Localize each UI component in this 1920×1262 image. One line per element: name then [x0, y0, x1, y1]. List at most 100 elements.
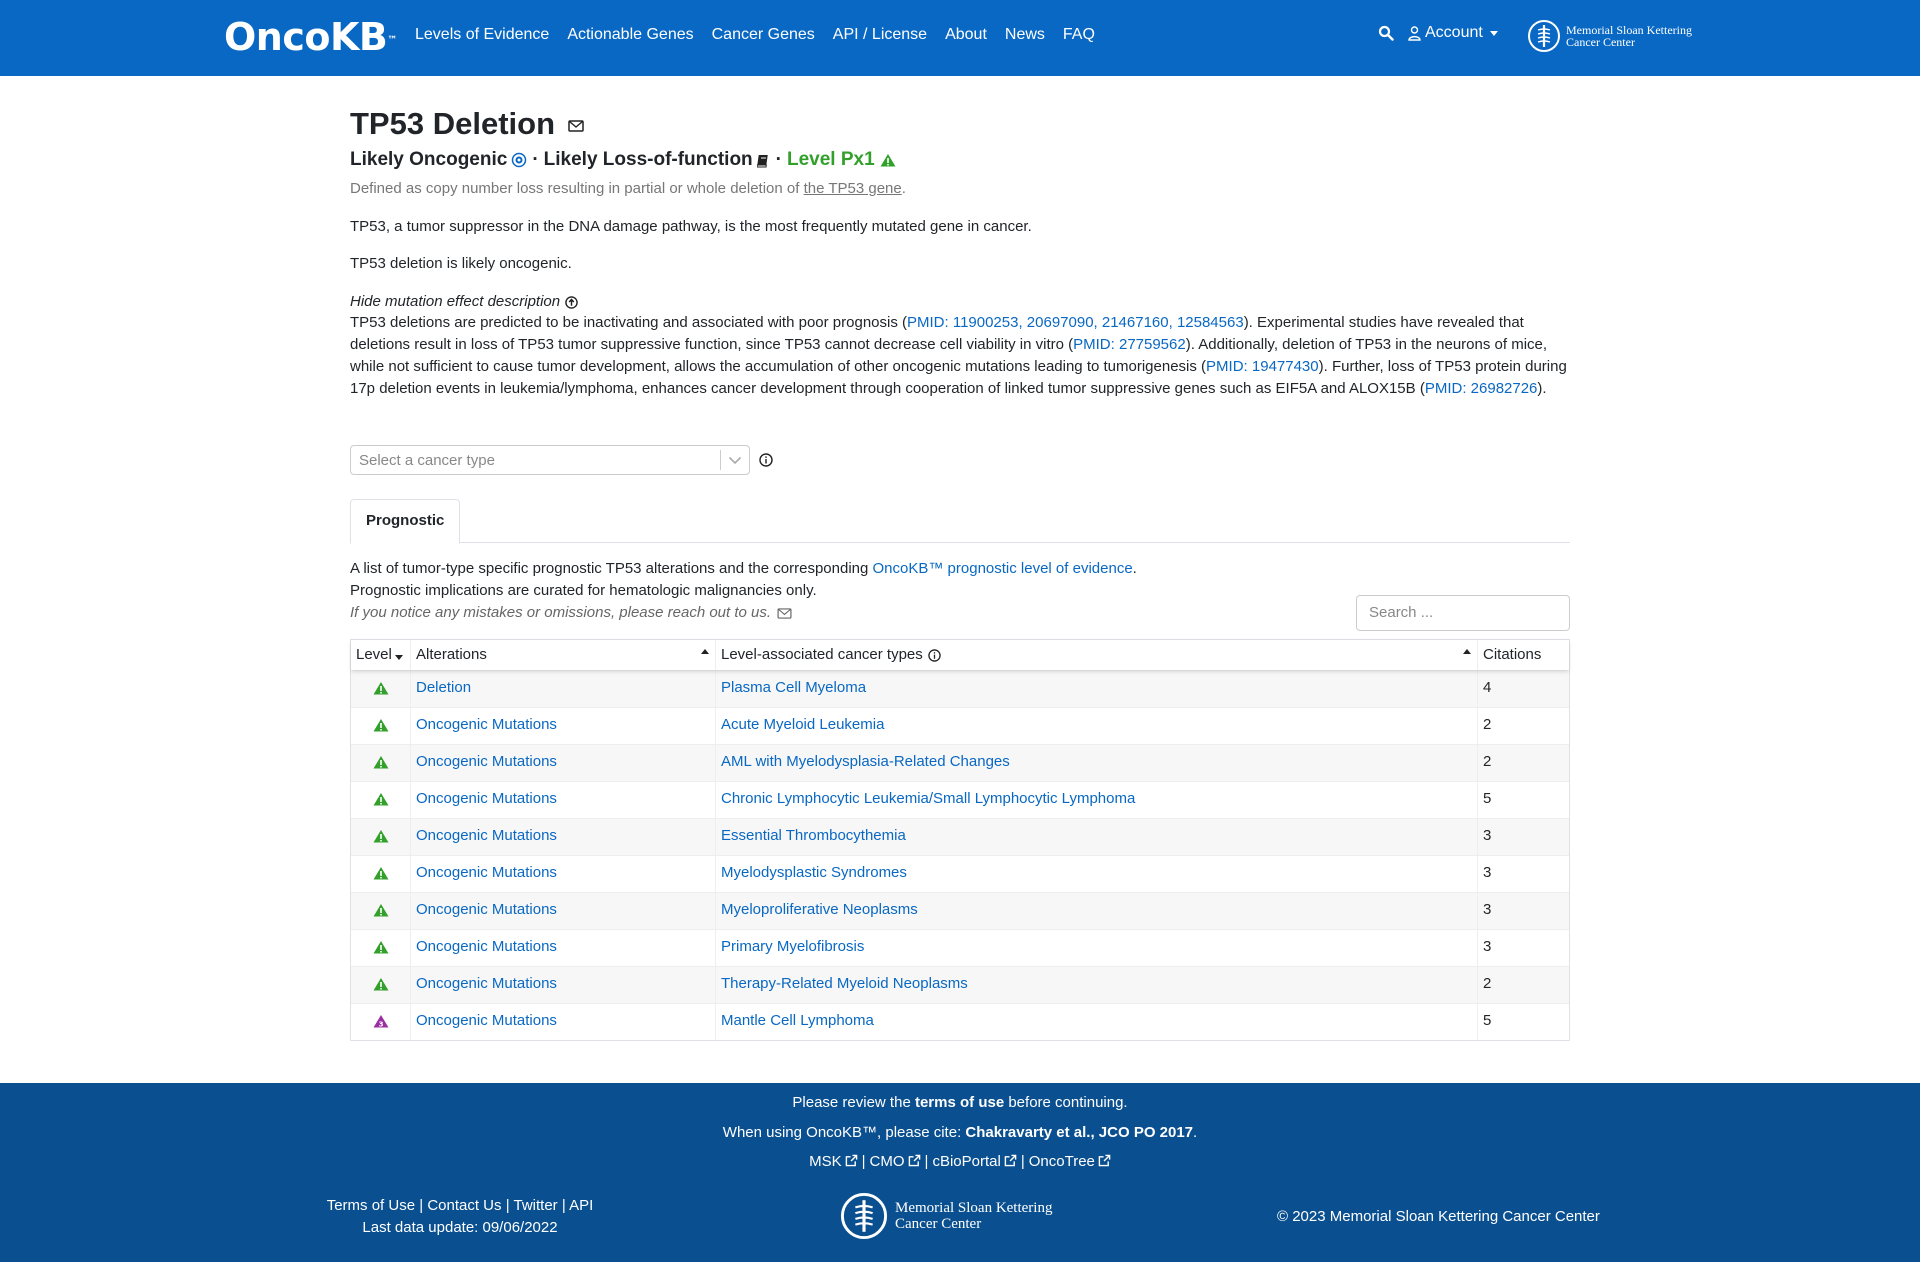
svg-text:3: 3	[378, 1021, 383, 1029]
account-dropdown[interactable]: Account	[1408, 24, 1498, 42]
footer-terms-link[interactable]: Terms of Use	[327, 1197, 415, 1214]
link-separator: |	[505, 1197, 510, 1214]
alteration-cell: Oncogenic Mutations	[411, 930, 716, 966]
level-px3-icon[interactable]: 3	[351, 1004, 411, 1040]
nav-news[interactable]: News	[1005, 24, 1045, 46]
header-cancer-types[interactable]: Level-associated cancer types	[716, 640, 1478, 670]
mail-icon[interactable]	[567, 120, 584, 132]
alteration-link[interactable]: Oncogenic Mutations	[416, 747, 557, 777]
citations-cell[interactable]: 2	[1478, 745, 1569, 781]
alteration-link[interactable]: Deletion	[416, 673, 471, 703]
footer-left: Terms of Use | Contact Us | Twitter | AP…	[300, 1195, 620, 1239]
alteration-link[interactable]: Oncogenic Mutations	[416, 969, 557, 999]
level-px1-icon[interactable]	[351, 708, 411, 744]
citations-cell[interactable]: 2	[1478, 967, 1569, 1003]
cancer-type-link[interactable]: Chronic Lymphocytic Leukemia/Small Lymph…	[721, 784, 1135, 814]
footer-twitter-link[interactable]: Twitter	[514, 1197, 558, 1214]
oncokb-logo[interactable]: OncoKB™	[224, 17, 397, 57]
msk-link[interactable]: MSK	[809, 1152, 858, 1172]
citations-cell[interactable]: 3	[1478, 856, 1569, 892]
pmid-link-4[interactable]: PMID: 26982726	[1425, 380, 1538, 397]
level-px1-icon[interactable]	[351, 967, 411, 1003]
citation-link[interactable]: Chakravarty et al., JCO PO 2017	[965, 1124, 1193, 1141]
tabs-bar: Prognostic	[350, 499, 1570, 544]
cbioportal-link[interactable]: cBioPortal	[932, 1152, 1017, 1172]
cancer-type-cell: Plasma Cell Myeloma	[716, 671, 1478, 707]
level-px1-icon[interactable]	[351, 893, 411, 929]
header-level[interactable]: Level	[351, 640, 411, 670]
nav-faq[interactable]: FAQ	[1063, 24, 1095, 46]
header-citations-label: Citations	[1483, 646, 1542, 663]
msk-line1: Memorial Sloan Kettering	[895, 1200, 1053, 1216]
cancer-type-select[interactable]: Select a cancer type	[350, 445, 750, 475]
nav-about[interactable]: About	[945, 24, 987, 46]
msk-logo-nav[interactable]: Memorial Sloan Kettering Cancer Center	[1528, 18, 1692, 54]
pmid-link-2[interactable]: PMID: 27759562	[1073, 336, 1186, 353]
cancer-type-cell: Acute Myeloid Leukemia	[716, 708, 1478, 744]
alteration-cell: Oncogenic Mutations	[411, 856, 716, 892]
nav-cancer-genes[interactable]: Cancer Genes	[712, 24, 815, 46]
tab-prognostic[interactable]: Prognostic	[350, 499, 461, 544]
level-px1-icon[interactable]	[351, 782, 411, 818]
footer-contact-link[interactable]: Contact Us	[427, 1197, 501, 1214]
cancer-type-link[interactable]: Essential Thrombocythemia	[721, 821, 906, 851]
alteration-link[interactable]: Oncogenic Mutations	[416, 858, 557, 888]
prognostic-level-link[interactable]: OncoKB™ prognostic level of evidence	[873, 560, 1133, 577]
footer-api-link[interactable]: API	[569, 1197, 593, 1214]
level-px1-icon[interactable]	[351, 819, 411, 855]
alteration-link[interactable]: Oncogenic Mutations	[416, 895, 557, 925]
cancer-type-link[interactable]: Acute Myeloid Leukemia	[721, 710, 884, 740]
tp53-gene-link[interactable]: the TP53 gene	[804, 180, 902, 197]
mail-icon[interactable]	[777, 607, 792, 619]
review-text: Please review the	[792, 1094, 915, 1111]
hide-description-toggle[interactable]: Hide mutation effect description	[350, 292, 578, 312]
nav-actionable-genes[interactable]: Actionable Genes	[567, 24, 693, 46]
citations-cell[interactable]: 3	[1478, 930, 1569, 966]
pmid-link-3[interactable]: PMID: 19477430	[1206, 358, 1319, 375]
oncotree-link[interactable]: OncoTree	[1029, 1152, 1111, 1172]
nav-levels-of-evidence[interactable]: Levels of Evidence	[415, 24, 549, 46]
alteration-link[interactable]: Oncogenic Mutations	[416, 710, 557, 740]
msk-emblem-icon	[1528, 20, 1560, 52]
pmid-link-1[interactable]: PMID: 11900253, 20697090, 21467160, 1258…	[907, 314, 1244, 331]
footer: Please review the terms of use before co…	[0, 1083, 1920, 1262]
citations-cell[interactable]: 4	[1478, 671, 1569, 707]
cancer-type-link[interactable]: Myelodysplastic Syndromes	[721, 858, 907, 888]
header-citations[interactable]: Citations	[1478, 640, 1569, 670]
cancer-type-link[interactable]: Mantle Cell Lymphoma	[721, 1006, 874, 1036]
alteration-link[interactable]: Oncogenic Mutations	[416, 1006, 557, 1036]
level-px1-icon[interactable]	[351, 745, 411, 781]
citations-cell[interactable]: 5	[1478, 1004, 1569, 1040]
header-alterations[interactable]: Alterations	[411, 640, 716, 670]
cancer-type-placeholder: Select a cancer type	[359, 451, 495, 469]
cancer-type-link[interactable]: AML with Myelodysplasia-Related Changes	[721, 747, 1010, 777]
hide-description-label: Hide mutation effect description	[350, 293, 561, 310]
table-row: Oncogenic Mutations Therapy-Related Myelo…	[351, 966, 1569, 1003]
level-px1-icon[interactable]	[351, 671, 411, 707]
book-icon[interactable]	[756, 153, 771, 168]
cmo-link[interactable]: CMO	[870, 1152, 921, 1172]
info-icon[interactable]	[928, 648, 941, 662]
external-link-icon	[1004, 1154, 1017, 1167]
level-px1-icon[interactable]	[351, 930, 411, 966]
citations-cell[interactable]: 3	[1478, 893, 1569, 929]
citations-cell[interactable]: 2	[1478, 708, 1569, 744]
nav-api-license[interactable]: API / License	[833, 24, 927, 46]
citations-cell[interactable]: 5	[1478, 782, 1569, 818]
cancer-type-link[interactable]: Plasma Cell Myeloma	[721, 673, 866, 703]
msk-logo-footer[interactable]: Memorial Sloan Kettering Cancer Center	[841, 1190, 1052, 1242]
info-icon[interactable]	[759, 453, 773, 467]
citations-cell[interactable]: 3	[1478, 819, 1569, 855]
msk-line2: Cancer Center	[895, 1216, 982, 1232]
table-search-input[interactable]: Search ...	[1356, 595, 1570, 631]
cancer-type-link[interactable]: Myeloproliferative Neoplasms	[721, 895, 918, 925]
cancer-type-link[interactable]: Primary Myelofibrosis	[721, 932, 864, 962]
terms-of-use-link[interactable]: terms of use	[915, 1094, 1004, 1111]
search-icon[interactable]	[1378, 25, 1394, 41]
level-px1-icon[interactable]	[351, 856, 411, 892]
alteration-link[interactable]: Oncogenic Mutations	[416, 932, 557, 962]
link-separator: |	[1020, 1153, 1025, 1170]
alteration-link[interactable]: Oncogenic Mutations	[416, 784, 557, 814]
cancer-type-link[interactable]: Therapy-Related Myeloid Neoplasms	[721, 969, 968, 999]
alteration-link[interactable]: Oncogenic Mutations	[416, 821, 557, 851]
